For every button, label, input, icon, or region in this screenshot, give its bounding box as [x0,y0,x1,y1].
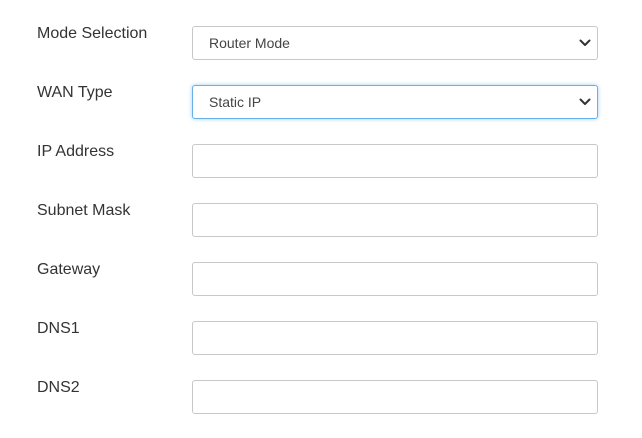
dns1-row: DNS1 [0,320,642,357]
dns1-input[interactable] [192,321,598,355]
gateway-label: Gateway [37,261,101,278]
gateway-input[interactable] [192,262,598,296]
wan-type-select[interactable]: Static IP [192,85,598,119]
wan-type-label: WAN Type [37,84,113,101]
ip-address-input[interactable] [192,144,598,178]
mode-selection-row: Mode Selection Router Mode [0,25,642,62]
dns2-row: DNS2 [0,379,642,416]
subnet-mask-label: Subnet Mask [37,202,131,219]
subnet-mask-row: Subnet Mask [0,202,642,239]
dns2-label: DNS2 [37,379,80,396]
chevron-down-icon [579,38,591,48]
wan-type-row: WAN Type Static IP [0,84,642,121]
ip-address-label: IP Address [37,143,115,160]
chevron-down-icon [579,97,591,107]
dns1-label: DNS1 [37,320,80,337]
dns2-input[interactable] [192,380,598,414]
ip-address-row: IP Address [0,143,642,180]
wan-settings-form: Mode Selection Router Mode WAN Type Stat… [0,0,642,438]
mode-selection-label: Mode Selection [37,25,148,42]
mode-selection-select[interactable]: Router Mode [192,26,598,60]
mode-selection-value: Router Mode [209,35,290,51]
gateway-row: Gateway [0,261,642,298]
subnet-mask-input[interactable] [192,203,598,237]
wan-type-value: Static IP [209,94,262,110]
